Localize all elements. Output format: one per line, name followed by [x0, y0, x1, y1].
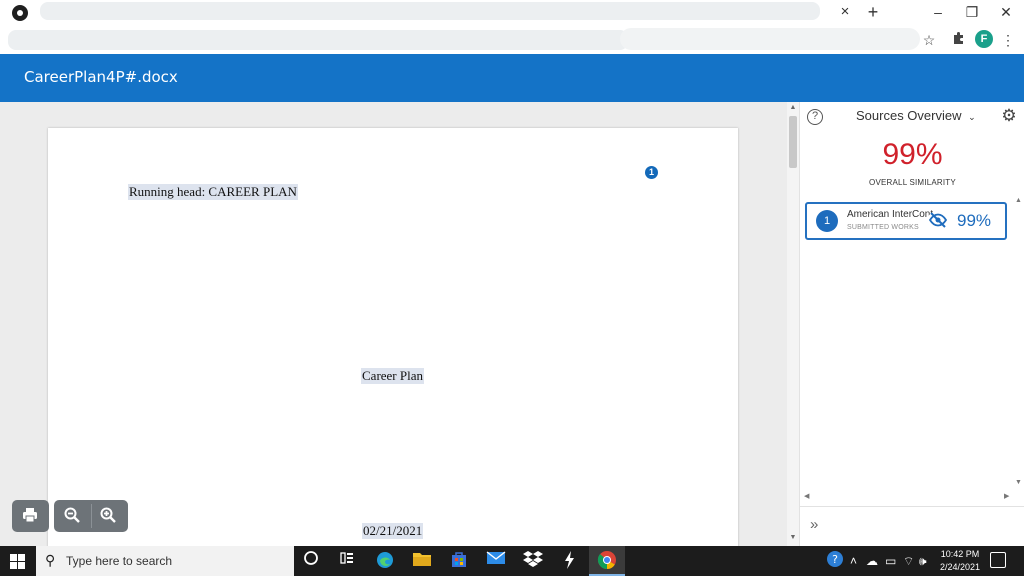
battery-icon[interactable]: ▭ [885, 554, 896, 568]
browser-menu-icon[interactable] [12, 5, 28, 21]
search-icon: ⚲ [45, 552, 56, 568]
windows-start-icon[interactable] [10, 554, 25, 569]
document-date: 02/21/2021 [362, 523, 424, 539]
eye-slash-icon[interactable] [927, 211, 949, 231]
zoom-controls [54, 500, 128, 532]
file-name: CareerPlan4P#.docx [24, 68, 178, 86]
source-number: 1 [816, 210, 838, 232]
scroll-down-arrow[interactable]: ▼ [789, 534, 797, 541]
source-percent: 99% [957, 211, 992, 230]
scroll-up-arrow[interactable]: ▲ [789, 104, 797, 111]
zoom-in-icon[interactable] [96, 506, 120, 526]
help-tray-icon[interactable]: ? [824, 550, 846, 572]
panel-scroll-up-arrow[interactable]: ▲ [1015, 197, 1022, 204]
profile-avatar[interactable]: F [975, 30, 993, 48]
document-title: Career Plan [361, 368, 425, 384]
match-marker[interactable]: 1 [645, 166, 658, 179]
notifications-icon[interactable] [990, 552, 1006, 568]
restore-icon[interactable]: ❐ [960, 2, 984, 22]
cortana-icon[interactable] [300, 550, 322, 572]
running-head: Running head: CAREER PLAN [128, 184, 298, 200]
wifi-icon[interactable]: ⌔ [903, 554, 914, 569]
sources-overview-label: Sources Overview [856, 108, 962, 123]
zoom-divider [91, 504, 92, 528]
mail-icon[interactable] [485, 550, 507, 572]
document-viewer[interactable]: Running head: CAREER PLAN 1 Career Plan … [0, 102, 787, 546]
close-tab-icon[interactable]: × [838, 4, 852, 20]
dropbox-icon[interactable] [522, 550, 544, 572]
overall-similarity-percent: 99% [882, 138, 943, 171]
extensions-icon[interactable] [949, 31, 967, 49]
viewer-scrollbar[interactable]: ▲ ▼ [787, 102, 799, 546]
chevron-down-icon: ⌄ [968, 112, 976, 122]
windows-taskbar: ⚲ Type here to search ? ˄ ☁ ▭ ⌔ 🕪 10:42 … [0, 546, 1024, 576]
clock-time: 10:42 PM [940, 549, 980, 559]
taskbar-clock[interactable]: 10:42 PM 2/24/2021 [932, 548, 988, 574]
source-name: American InterCont [847, 209, 934, 220]
zoom-out-icon[interactable] [60, 506, 84, 526]
svg-text:?: ? [832, 553, 838, 566]
overall-similarity-label: OVERALL SIMILARITY [869, 178, 956, 187]
source-item[interactable]: 1 American InterCont SUBMITTED WORKS 99% [805, 202, 1007, 240]
source-type: SUBMITTED WORKS [847, 224, 919, 231]
sources-overview-dropdown[interactable]: Sources Overview ⌄ [856, 108, 976, 123]
browser-menu-dots-icon[interactable]: ⋮ [999, 31, 1017, 49]
help-icon[interactable]: ? [807, 109, 823, 125]
task-view-icon[interactable] [336, 550, 358, 572]
minimize-icon[interactable]: – [926, 2, 950, 22]
address-bar[interactable] [620, 28, 920, 50]
taskbar-search-box[interactable]: ⚲ Type here to search [36, 546, 294, 576]
volume-icon[interactable]: 🕪 [919, 554, 927, 569]
print-button[interactable] [12, 500, 49, 532]
app-header: CareerPlan4P#.docx [0, 54, 1024, 102]
chrome-icon[interactable] [596, 550, 618, 572]
sources-panel: ? Sources Overview ⌄ ⚙ 99% OVERALL SIMIL… [799, 102, 1024, 546]
browser-toolbar: ☆ F ⋮ [0, 26, 1024, 54]
printer-icon [18, 506, 42, 526]
browser-tab-strip: × + – ❐ ✕ [0, 0, 1024, 26]
edge-browser-icon[interactable] [374, 550, 396, 572]
panel-divider [800, 506, 1024, 507]
document-page: Running head: CAREER PLAN 1 Career Plan … [48, 128, 738, 546]
clock-date: 2/24/2021 [939, 562, 981, 572]
tray-chevron-up-icon[interactable]: ˄ [850, 554, 857, 568]
store-icon[interactable] [448, 550, 470, 572]
panel-scroll-left-arrow[interactable]: ◀ [804, 492, 809, 500]
search-placeholder: Type here to search [66, 554, 173, 568]
close-window-icon[interactable]: ✕ [994, 2, 1018, 22]
expand-panel-icon[interactable]: » [810, 516, 818, 533]
panel-scroll-right-arrow[interactable]: ▶ [1004, 492, 1009, 500]
app-bolt-icon[interactable] [558, 550, 580, 572]
scroll-thumb[interactable] [789, 116, 797, 168]
panel-scroll-down-arrow[interactable]: ▼ [1015, 479, 1022, 486]
bookmark-star-icon[interactable]: ☆ [920, 31, 938, 49]
redacted-tabs [40, 2, 820, 20]
panel-scrollbar[interactable]: ▲ ▼ [1013, 197, 1023, 507]
gear-icon[interactable]: ⚙ [1000, 106, 1018, 126]
file-explorer-icon[interactable] [411, 550, 433, 572]
onedrive-icon[interactable]: ☁ [866, 554, 878, 568]
redacted-address [8, 30, 628, 50]
new-tab-icon[interactable]: + [865, 2, 881, 22]
